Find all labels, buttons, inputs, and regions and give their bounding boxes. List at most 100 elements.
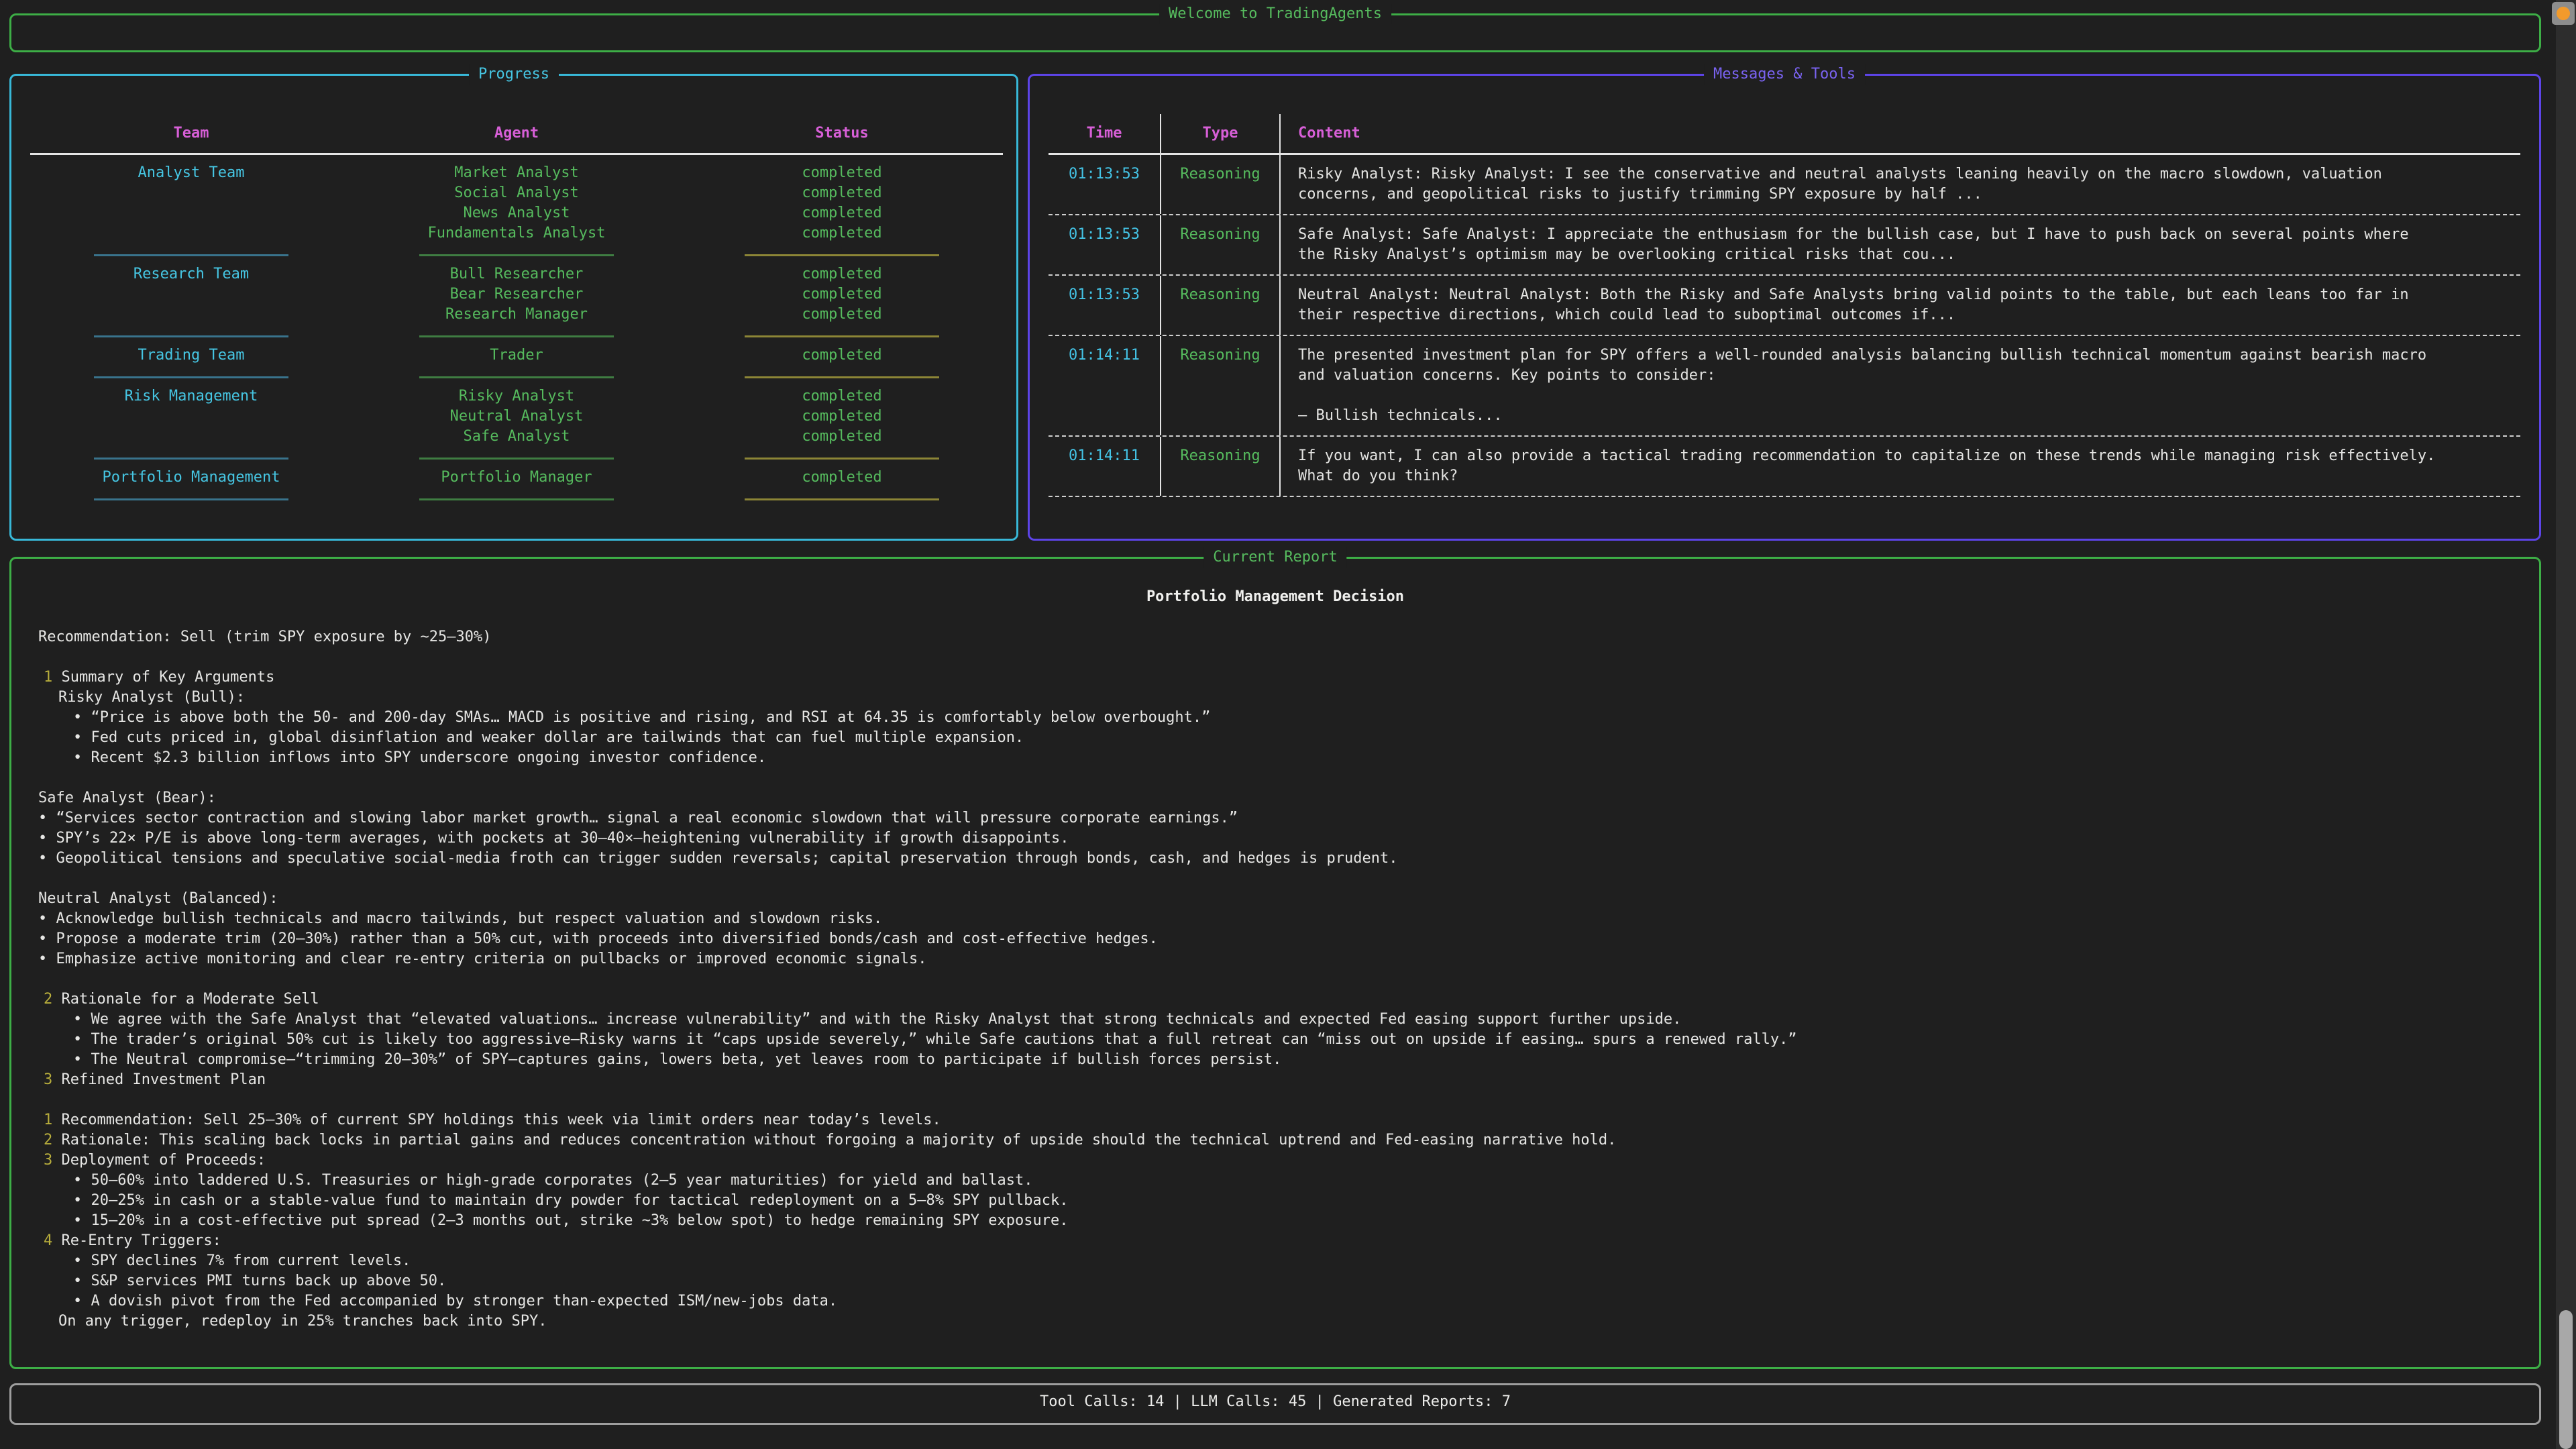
team-name — [30, 183, 352, 203]
progress-col-status: Status — [681, 123, 1003, 144]
report-line: • Fed cuts priced in, global disinflatio… — [11, 728, 2539, 748]
progress-row: Risk Management Risky Analyst completed — [30, 386, 1003, 407]
report-line: Recommendation: Sell (trim SPY exposure … — [11, 627, 2539, 647]
report-line: • A dovish pivot from the Fed accompanie… — [11, 1291, 2539, 1311]
report-line: Risky Analyst (Bull): — [11, 688, 2539, 708]
progress-row: Fundamentals Analyst completed — [30, 223, 1003, 244]
scrollbar-track[interactable] — [2556, 0, 2576, 1449]
progress-row: Bear Researcher completed — [30, 284, 1003, 305]
status-value: completed — [681, 223, 1003, 244]
report-item-number: 1 — [44, 1112, 52, 1128]
report-line: • Recent $2.3 billion inflows into SPY u… — [11, 748, 2539, 768]
report-blank-line — [11, 869, 2539, 889]
agent-name: Fundamentals Analyst — [352, 223, 681, 244]
message-type: Reasoning — [1161, 437, 1281, 496]
terminal-screen: { "colors": { "bg": "#1f1f1f", "fg": "#e… — [0, 0, 2576, 1449]
team-name — [30, 427, 352, 447]
progress-row: Portfolio Management Portfolio Manager c… — [30, 468, 1003, 488]
message-time: 01:13:53 — [1049, 276, 1161, 335]
progress-row: Research Manager completed — [30, 305, 1003, 325]
report-line: • “Services sector contraction and slowi… — [11, 808, 2539, 828]
status-value: completed — [681, 163, 1003, 183]
status-value: completed — [681, 345, 1003, 366]
status-value: completed — [681, 427, 1003, 447]
status-value: completed — [681, 264, 1003, 284]
report-line: • The Neutral compromise—“trimming 20–30… — [11, 1050, 2539, 1070]
status-value: completed — [681, 284, 1003, 305]
report-line: • Propose a moderate trim (20–30%) rathe… — [11, 929, 2539, 949]
progress-group-separator — [30, 254, 1003, 256]
agent-name: Neutral Analyst — [352, 407, 681, 427]
progress-panel-title: Progress — [469, 64, 559, 85]
team-name: Trading Team — [30, 345, 352, 366]
message-type: Reasoning — [1161, 155, 1281, 214]
report-line: • 20–25% in cash or a stable-value fund … — [11, 1191, 2539, 1211]
progress-table-header: Team Agent Status — [30, 114, 1003, 155]
report-item-number: 2 — [44, 991, 52, 1008]
agent-name: Social Analyst — [352, 183, 681, 203]
report-line: • Emphasize active monitoring and clear … — [11, 949, 2539, 969]
record-dot-icon — [2557, 7, 2570, 20]
report-line: • The trader’s original 50% cut is likel… — [11, 1030, 2539, 1050]
message-row: 01:14:11 Reasoning If you want, I can al… — [1049, 437, 2520, 497]
report-blank-line — [11, 969, 2539, 989]
progress-col-team: Team — [30, 123, 352, 144]
message-content: Safe Analyst: Safe Analyst: I appreciate… — [1281, 215, 2520, 274]
report-line: 4 Re-Entry Triggers: — [11, 1231, 2539, 1251]
agent-name: Bull Researcher — [352, 264, 681, 284]
message-content: If you want, I can also provide a tactic… — [1281, 437, 2520, 496]
progress-row: Research Team Bull Researcher completed — [30, 264, 1003, 284]
report-line: • We agree with the Safe Analyst that “e… — [11, 1010, 2539, 1030]
report-line: • SPY’s 22× P/E is above long-term avera… — [11, 828, 2539, 849]
agent-name: Risky Analyst — [352, 386, 681, 407]
progress-row: Trading Team Trader completed — [30, 345, 1003, 366]
report-panel-title: Current Report — [1203, 547, 1346, 568]
message-time: 01:13:53 — [1049, 215, 1161, 274]
agent-name: News Analyst — [352, 203, 681, 223]
agent-name: Market Analyst — [352, 163, 681, 183]
messages-panel-title: Messages & Tools — [1704, 64, 1865, 85]
report-line: 1 Summary of Key Arguments — [11, 667, 2539, 688]
report-blank-line — [11, 1090, 2539, 1110]
status-value: completed — [681, 468, 1003, 488]
team-name: Portfolio Management — [30, 468, 352, 488]
team-name — [30, 203, 352, 223]
message-time: 01:13:53 — [1049, 155, 1161, 214]
report-line: Safe Analyst (Bear): — [11, 788, 2539, 808]
agent-name: Safe Analyst — [352, 427, 681, 447]
progress-table: Team Agent Status Analyst Team Market An… — [30, 114, 1003, 508]
status-value: completed — [681, 183, 1003, 203]
agent-name: Portfolio Manager — [352, 468, 681, 488]
report-item-number: 3 — [44, 1071, 52, 1088]
status-value: completed — [681, 407, 1003, 427]
report-line: • 15–20% in a cost-effective put spread … — [11, 1211, 2539, 1231]
report-item-number: 1 — [44, 669, 52, 686]
scrollbar-top-button[interactable] — [2552, 2, 2575, 25]
report-line: 3 Deployment of Proceeds: — [11, 1150, 2539, 1171]
progress-row: Social Analyst completed — [30, 183, 1003, 203]
message-content: The presented investment plan for SPY of… — [1281, 336, 2520, 435]
message-row: 01:13:53 Reasoning Neutral Analyst: Neut… — [1049, 276, 2520, 336]
team-name: Research Team — [30, 264, 352, 284]
message-row: 01:13:53 Reasoning Safe Analyst: Safe An… — [1049, 215, 2520, 276]
report-panel: Current Report Portfolio Management Deci… — [9, 557, 2541, 1369]
progress-group-separator — [30, 335, 1003, 337]
messages-col-time: Time — [1049, 114, 1161, 153]
message-type: Reasoning — [1161, 276, 1281, 335]
report-line: • S&P services PMI turns back up above 5… — [11, 1271, 2539, 1291]
messages-table: Time Type Content 01:13:53 Reasoning Ris… — [1049, 114, 2520, 497]
message-content: Neutral Analyst: Neutral Analyst: Both t… — [1281, 276, 2520, 335]
report-blank-line — [11, 647, 2539, 667]
report-line: 2 Rationale for a Moderate Sell — [11, 989, 2539, 1010]
message-type: Reasoning — [1161, 215, 1281, 274]
status-value: completed — [681, 386, 1003, 407]
messages-table-header: Time Type Content — [1049, 114, 2520, 155]
agent-name: Bear Researcher — [352, 284, 681, 305]
status-value: completed — [681, 203, 1003, 223]
messages-panel: Messages & Tools Time Type Content 01:13… — [1028, 74, 2541, 541]
agent-name: Trader — [352, 345, 681, 366]
report-item-number: 3 — [44, 1152, 52, 1169]
progress-row: News Analyst completed — [30, 203, 1003, 223]
scrollbar-thumb[interactable] — [2559, 1310, 2573, 1449]
message-content: Risky Analyst: Risky Analyst: I see the … — [1281, 155, 2520, 214]
